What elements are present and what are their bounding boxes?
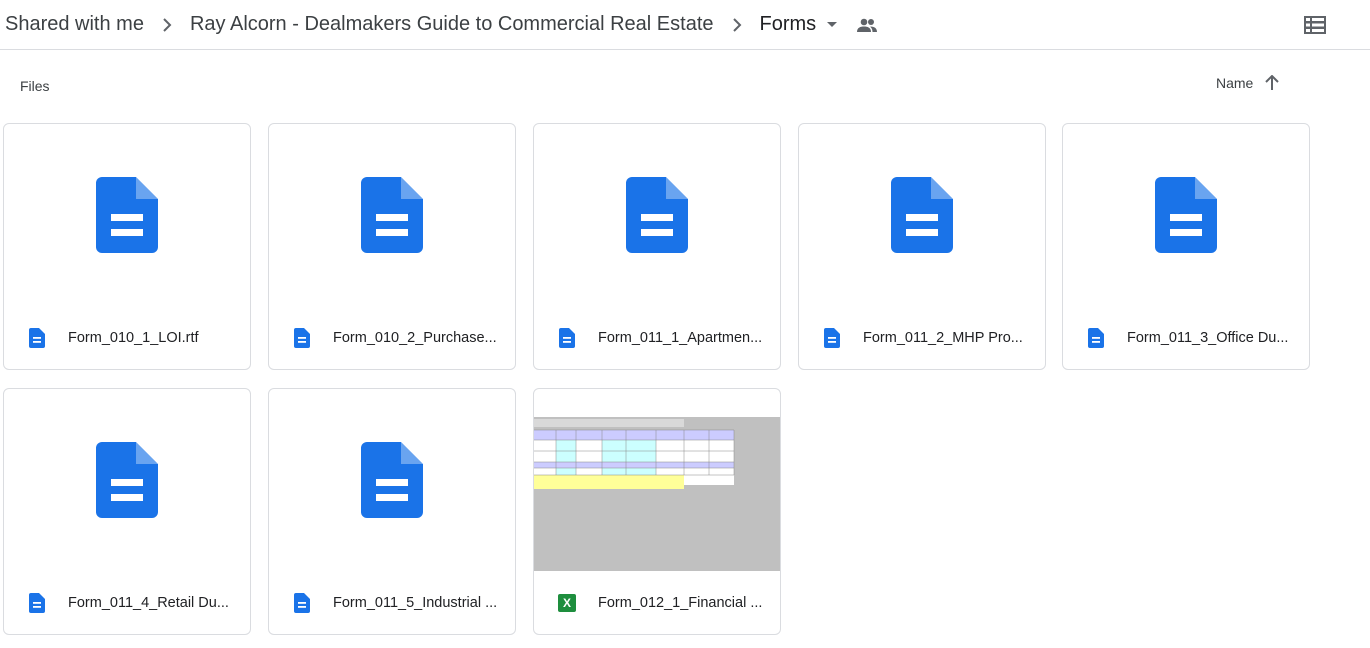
file-thumbnail [269,389,515,571]
file-card[interactable]: Form_011_2_MHP Pro... [798,123,1046,370]
document-icon [361,177,423,253]
file-card[interactable]: Form_011_3_Office Du... [1062,123,1310,370]
chevron-right-icon [714,17,760,33]
spreadsheet-thumbnail [534,417,780,571]
file-card[interactable]: Form_011_1_Apartmen... [533,123,781,370]
document-icon [27,593,47,613]
spreadsheet-icon: X [557,593,577,613]
file-thumbnail [4,389,250,571]
file-caption: Form_011_4_Retail Du... [4,572,250,634]
files-section-heading: Files [20,78,50,94]
file-caption: Form_011_3_Office Du... [1063,307,1309,369]
spreadsheet-badge: X [558,594,576,612]
breadcrumb-folder-ray-alcorn[interactable]: Ray Alcorn - Dealmakers Guide to Commerc… [190,13,714,36]
file-caption: Form_010_2_Purchase... [269,307,515,369]
file-card[interactable]: Form_010_1_LOI.rtf [3,123,251,370]
file-card[interactable]: Form_011_5_Industrial ... [268,388,516,635]
breadcrumb-shared-with-me[interactable]: Shared with me [5,13,144,36]
file-caption: Form_011_1_Apartmen... [534,307,780,369]
sort-label: Name [1216,75,1254,91]
document-icon [292,593,312,613]
document-icon [96,442,158,518]
document-icon [891,177,953,253]
file-thumbnail [534,124,780,306]
file-card[interactable]: X Form_012_1_Financial ... [533,388,781,635]
file-thumbnail [1063,124,1309,306]
document-icon [361,442,423,518]
spreadsheet-preview-image [534,417,780,571]
file-name: Form_011_1_Apartmen... [598,330,763,346]
file-name: Form_010_1_LOI.rtf [68,330,199,346]
document-icon [96,177,158,253]
document-icon [1155,177,1217,253]
document-icon [626,177,688,253]
chevron-right-icon [144,17,190,33]
file-thumbnail [269,124,515,306]
file-caption: X Form_012_1_Financial ... [534,572,780,634]
file-thumbnail [4,124,250,306]
document-icon [27,328,47,348]
file-name: Form_011_2_MHP Pro... [863,330,1023,346]
file-caption: Form_011_2_MHP Pro... [799,307,1045,369]
file-name: Form_012_1_Financial ... [598,595,763,611]
document-icon [292,328,312,348]
file-name: Form_011_4_Retail Du... [68,595,229,611]
breadcrumb-forms[interactable]: Forms [760,13,817,36]
file-card[interactable]: Form_010_2_Purchase... [268,123,516,370]
file-thumbnail [799,124,1045,306]
dropdown-arrow-icon[interactable] [826,21,838,29]
sort-by-name-button[interactable]: Name [1216,75,1280,91]
sort-up-arrow-icon[interactable] [1265,75,1280,91]
shared-people-icon[interactable] [856,17,878,33]
file-name: Form_010_2_Purchase... [333,330,497,346]
file-name: Form_011_3_Office Du... [1127,330,1289,346]
breadcrumb: Shared with me Ray Alcorn - Dealmakers G… [0,0,1370,50]
list-view-icon[interactable] [1302,12,1328,38]
file-name: Form_011_5_Industrial ... [333,595,498,611]
document-icon [822,328,842,348]
file-caption: Form_010_1_LOI.rtf [4,307,250,369]
document-icon [1086,328,1106,348]
file-card[interactable]: Form_011_4_Retail Du... [3,388,251,635]
file-caption: Form_011_5_Industrial ... [269,572,515,634]
document-icon [557,328,577,348]
